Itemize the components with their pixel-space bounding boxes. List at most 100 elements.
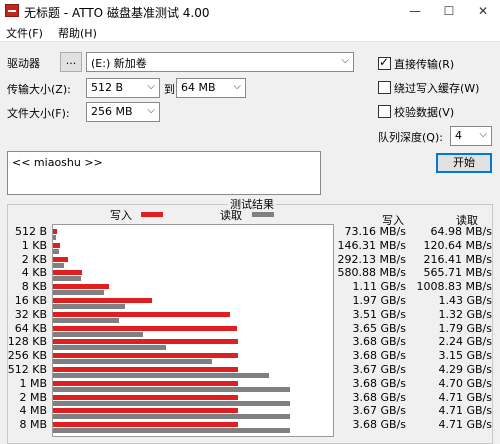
- write-value: 3.65 GB/s: [352, 321, 407, 335]
- queue-depth-select[interactable]: 4 ⌵: [450, 126, 492, 146]
- description-text: << miaoshu >>: [12, 156, 103, 169]
- write-bar: [53, 394, 239, 400]
- read-value: 1.79 GB/s: [438, 321, 493, 335]
- maximize-button[interactable]: ☐: [432, 0, 466, 22]
- bypass-cache-label: 绕过写入缓存(W): [394, 82, 480, 95]
- size-label: 2 MB: [19, 390, 47, 404]
- verify-checkbox[interactable]: [378, 105, 391, 118]
- direct-io-label: 直接传输(R): [394, 58, 455, 71]
- read-bar: [53, 304, 125, 309]
- browse-button[interactable]: ...: [60, 52, 82, 72]
- write-value: 3.67 GB/s: [352, 363, 407, 376]
- size-label: 256 KB: [7, 349, 47, 363]
- write-value: 3.67 GB/s: [352, 404, 407, 418]
- write-value: 3.51 GB/s: [352, 307, 407, 321]
- results-chart: [52, 224, 334, 437]
- read-value: 216.41 MB/s: [423, 252, 492, 266]
- write-bar: [53, 422, 239, 428]
- size-label: 8 MB: [19, 418, 47, 432]
- write-value: 292.13 MB/s: [337, 252, 406, 266]
- drive-label: 驱动器: [7, 57, 40, 70]
- read-value: 4.71 GB/s: [438, 390, 493, 404]
- read-bar: [53, 331, 144, 337]
- write-value: 3.68 GB/s: [352, 335, 407, 349]
- read-bar: [53, 317, 120, 323]
- size-label: 512 B: [14, 225, 47, 238]
- verify-label: 校验数据(V): [394, 106, 455, 119]
- size-label: 1 KB: [21, 238, 47, 252]
- write-value: 73.16 MB/s: [344, 225, 406, 238]
- size-label: 2 KB: [21, 252, 47, 266]
- drive-select-value: (E:) 新加卷: [91, 57, 147, 70]
- write-bar: [53, 311, 230, 317]
- write-value: 1.97 GB/s: [352, 294, 407, 307]
- read-value: 565.71 MB/s: [423, 266, 492, 280]
- transfer-to-select[interactable]: 64 MB ⌵: [176, 78, 246, 98]
- write-bar: [53, 284, 109, 290]
- write-bar: [53, 256, 68, 262]
- file-size-label: 文件大小(F):: [7, 107, 70, 120]
- chevron-down-icon: ⌵: [147, 105, 155, 116]
- transfer-to-value: 64 MB: [181, 81, 216, 94]
- write-value: 146.31 MB/s: [337, 238, 406, 252]
- size-label: 1 MB: [19, 376, 47, 390]
- start-button[interactable]: 开始: [436, 153, 492, 173]
- chevron-down-icon: ⌵: [147, 81, 155, 92]
- to-label: 到: [164, 83, 175, 96]
- size-label: 4 KB: [21, 266, 47, 280]
- write-value: 3.68 GB/s: [352, 349, 407, 363]
- size-label: 4 MB: [19, 404, 47, 418]
- read-bar: [53, 386, 290, 392]
- chevron-down-icon: ⌵: [479, 129, 487, 140]
- transfer-from-select[interactable]: 512 B ⌵: [86, 78, 160, 98]
- size-label: 128 KB: [7, 335, 47, 349]
- legend-read-swatch: [252, 212, 274, 217]
- read-value: 4.29 GB/s: [438, 363, 493, 376]
- write-bar: [53, 298, 153, 303]
- bypass-cache-checkbox[interactable]: [378, 81, 391, 94]
- menu-file[interactable]: 文件(F): [6, 25, 43, 41]
- chevron-down-icon: ⌵: [233, 81, 241, 92]
- write-bar: [53, 408, 238, 414]
- read-value: 4.70 GB/s: [438, 376, 493, 390]
- read-bar: [53, 290, 104, 296]
- close-button[interactable]: ✕: [466, 0, 500, 22]
- read-bar: [53, 235, 57, 240]
- read-value: 4.71 GB/s: [438, 418, 493, 432]
- size-label: 32 KB: [14, 307, 47, 321]
- write-bar: [53, 353, 239, 359]
- read-value: 120.64 MB/s: [423, 238, 492, 252]
- window-title: 无标题 - ATTO 磁盘基准测试 4.00: [24, 6, 210, 20]
- description-textarea[interactable]: << miaoshu >>: [7, 151, 321, 195]
- read-value: 2.24 GB/s: [438, 335, 493, 349]
- read-bar: [53, 248, 60, 254]
- read-value: 3.15 GB/s: [438, 349, 493, 363]
- transfer-size-label: 传输大小(Z):: [7, 83, 71, 96]
- legend-read-label: 读取: [220, 209, 242, 222]
- read-bar: [53, 276, 82, 282]
- transfer-from-value: 512 B: [91, 81, 124, 94]
- drive-select[interactable]: (E:) 新加卷 ⌵: [86, 52, 354, 72]
- read-bar: [53, 262, 64, 268]
- read-bar: [53, 359, 212, 365]
- chevron-down-icon: ⌵: [341, 55, 349, 66]
- legend-write-swatch: [141, 212, 163, 217]
- write-bar: [53, 380, 239, 386]
- read-value: 1.32 GB/s: [438, 307, 493, 321]
- write-bar: [53, 242, 61, 248]
- size-label: 16 KB: [14, 294, 47, 307]
- write-value: 580.88 MB/s: [337, 266, 406, 280]
- write-bar: [53, 339, 239, 345]
- read-bar: [53, 345, 166, 351]
- read-value: 1.43 GB/s: [438, 294, 493, 307]
- menu-help[interactable]: 帮助(H): [58, 25, 97, 41]
- queue-depth-label: 队列深度(Q):: [378, 131, 443, 144]
- size-label: 8 KB: [21, 280, 47, 294]
- minimize-button[interactable]: —: [398, 0, 432, 22]
- write-bar: [53, 270, 83, 276]
- file-size-select[interactable]: 256 MB ⌵: [86, 102, 160, 122]
- write-bar: [53, 229, 57, 234]
- write-value: 1.11 GB/s: [352, 280, 407, 294]
- read-bar: [53, 373, 270, 378]
- direct-io-checkbox[interactable]: [378, 55, 391, 70]
